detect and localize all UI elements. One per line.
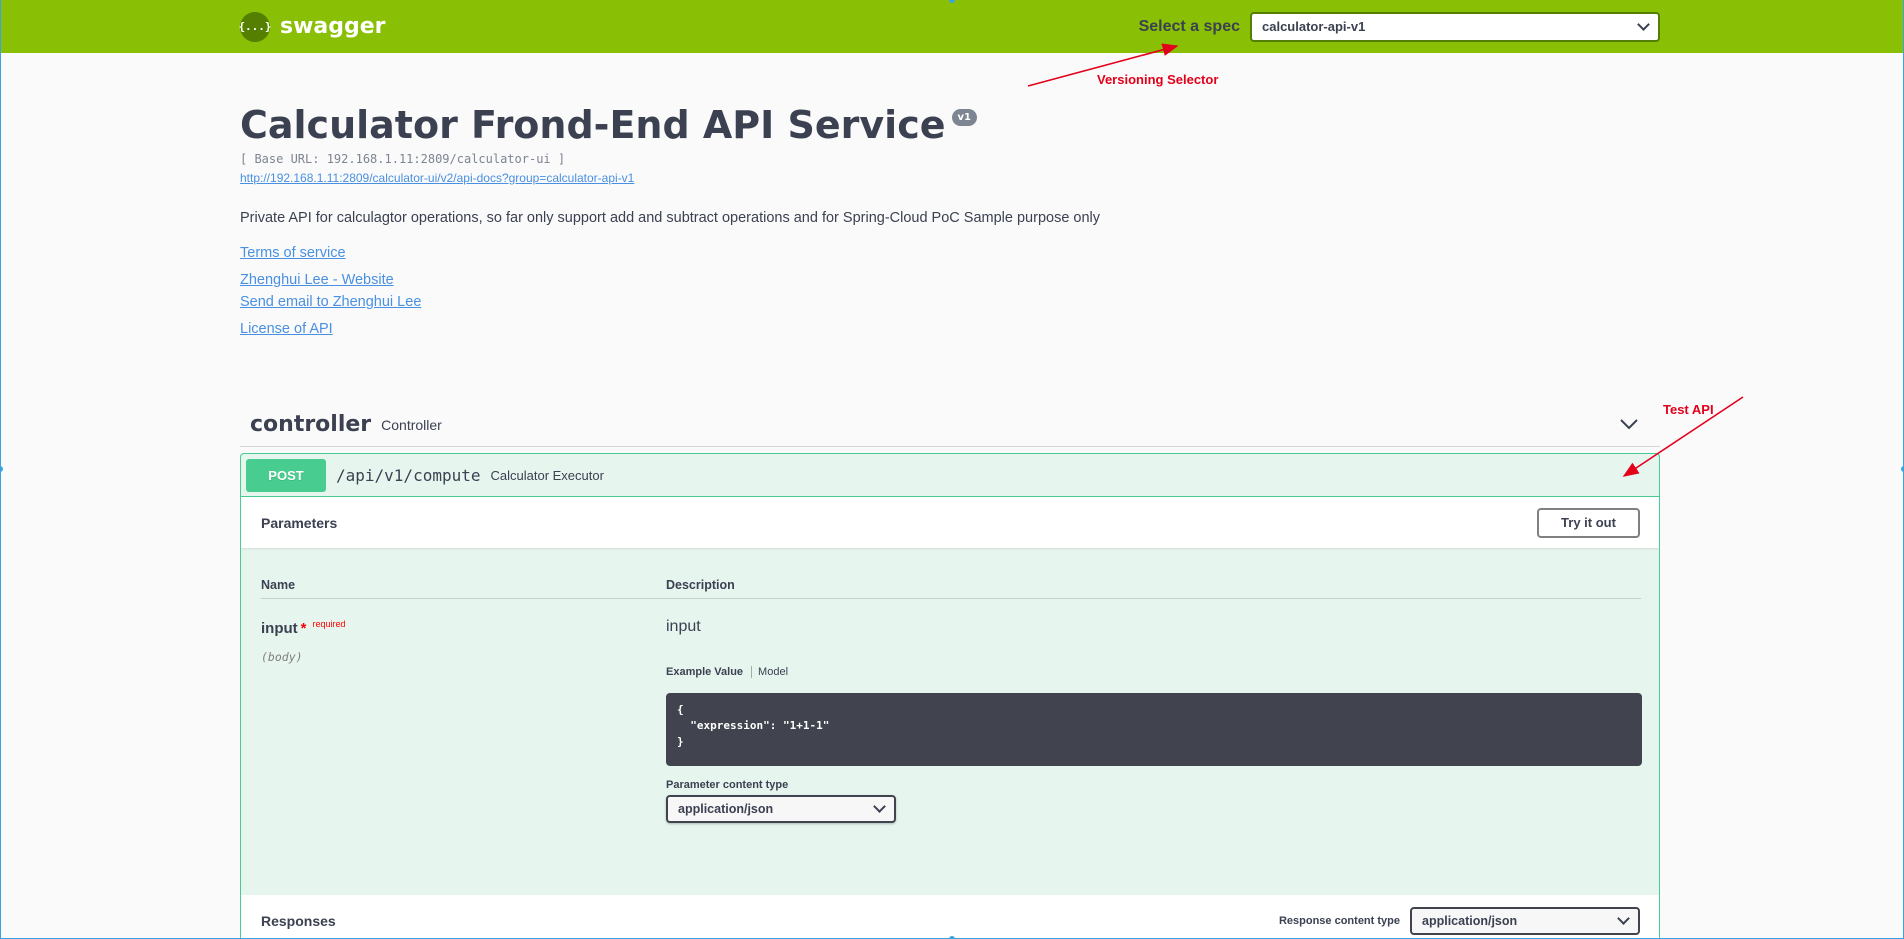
tag-section-header[interactable]: controller Controller [240, 403, 1660, 447]
spec-selector-wrap: Select a spec calculator-api-v1 [1138, 11, 1660, 42]
example-value-code: { "expression": "1+1-1" } [666, 693, 1642, 766]
try-it-out-button[interactable]: Try it out [1537, 507, 1640, 538]
response-content-type-select[interactable]: application/json [1410, 906, 1640, 935]
base-url: [ Base URL: 192.168.1.11:2809/calculator… [240, 152, 566, 166]
parameter-content-type-select[interactable]: application/json [666, 795, 896, 823]
spec-select[interactable]: calculator-api-v1 [1250, 11, 1660, 42]
tag-description: Controller [381, 416, 442, 433]
chevron-down-icon [1637, 17, 1650, 31]
spec-label: Select a spec [1138, 17, 1240, 35]
swagger-logo-icon: {...} [238, 11, 272, 42]
api-description: Private API for calculagtor operations, … [240, 210, 1101, 226]
responses-header: Responses Response content type applicat… [241, 895, 1659, 939]
annotation-versioning-selector: Versioning Selector [1097, 72, 1219, 87]
api-title: Calculator Frond-End API Service [240, 103, 946, 147]
top-bar: {...} swagger Select a spec calculator-a… [0, 0, 1904, 53]
license-link[interactable]: License of API [240, 321, 333, 337]
parameter-description: input [666, 618, 701, 635]
column-header-description: Description [666, 578, 735, 592]
required-star: * [300, 620, 307, 637]
column-header-name: Name [261, 578, 296, 592]
parameters-table: Name Description input * required (body)… [241, 548, 1659, 895]
email-link[interactable]: Send email to Zhenghui Lee [240, 294, 421, 310]
chevron-down-icon [873, 800, 886, 813]
tab-model[interactable]: Model [752, 666, 788, 678]
response-content-type-value: application/json [1422, 913, 1518, 928]
operation-summary[interactable]: POST /api/v1/compute Calculator Executor [241, 454, 1659, 497]
top-bar-inner: {...} swagger Select a spec calculator-a… [238, 0, 1660, 53]
parameter-in: (body) [261, 650, 303, 664]
operation-summary-text: Calculator Executor [490, 467, 604, 483]
parameters-title: Parameters [261, 514, 338, 531]
collapse-chevron-icon[interactable] [1618, 413, 1640, 435]
parameter-name: input * required [261, 619, 346, 637]
version-badge: v1 [951, 109, 977, 126]
swagger-logo[interactable]: {...} swagger [238, 11, 386, 42]
tab-example-value[interactable]: Example Value [666, 666, 753, 678]
api-title-row: Calculator Frond-End API Service v1 [240, 103, 977, 147]
required-label: required [312, 619, 346, 629]
operation-block: POST /api/v1/compute Calculator Executor… [240, 453, 1660, 939]
parameters-header: Parameters Try it out [241, 497, 1659, 548]
spec-select-value: calculator-api-v1 [1262, 19, 1366, 34]
parameter-content-type-label: Parameter content type [666, 779, 789, 791]
header-divider [261, 598, 1641, 599]
parameter-content-type-value: application/json [678, 802, 774, 816]
resize-handle-left[interactable] [0, 466, 3, 472]
example-tabs: Example Value Model [666, 666, 788, 678]
annotation-test-api: Test API [1663, 402, 1714, 417]
chevron-down-icon [1617, 911, 1630, 925]
swagger-logo-text: swagger [280, 14, 386, 39]
response-content-type-label: Response content type [1278, 914, 1400, 927]
api-docs-link[interactable]: http://192.168.1.11:2809/calculator-ui/v… [240, 171, 634, 185]
parameter-name-text: input [261, 620, 298, 637]
tag-name: controller [250, 412, 372, 437]
website-link[interactable]: Zhenghui Lee - Website [240, 272, 394, 288]
terms-of-service-link[interactable]: Terms of service [240, 245, 346, 261]
responses-title: Responses [261, 912, 336, 929]
operation-path: /api/v1/compute [336, 465, 481, 485]
method-badge: POST [246, 458, 326, 492]
